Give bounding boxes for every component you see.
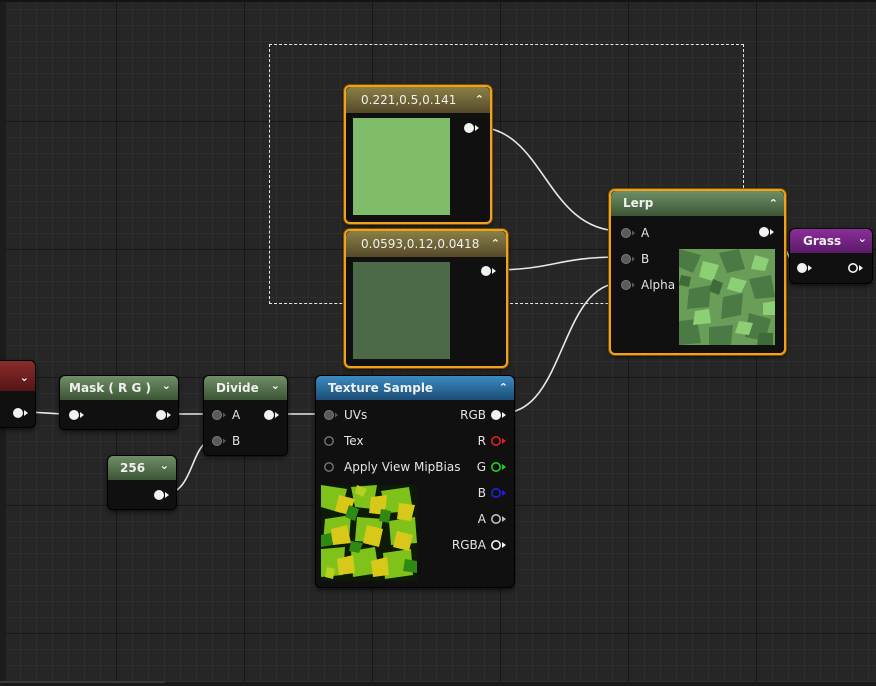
input-label-a: A <box>641 226 650 240</box>
constant-color-node-a[interactable]: 0.221,0.5,0.141 ⌃ <box>344 85 492 224</box>
input-label-apply-view-mipbias: Apply View MipBias <box>344 460 461 474</box>
wire-texture-rgb-to-lerp-alpha <box>502 282 622 414</box>
lerp-node-header: Lerp ⌃ <box>611 191 784 216</box>
output-label-r: R <box>477 434 486 448</box>
texture-sample-header: Texture Sample ⌃ <box>316 376 514 400</box>
horizontal-scrollbar[interactable] <box>0 681 165 683</box>
input-label-tex: Tex <box>344 434 364 448</box>
mask-rg-node[interactable]: Mask ( R G ) ⌄ <box>59 375 179 430</box>
mask-node-header: Mask ( R G ) ⌄ <box>60 376 178 400</box>
constant-color-node-b[interactable]: 0.0593,0.12,0.0418 ⌃ <box>344 229 508 368</box>
constant-color-node-a-header: 0.221,0.5,0.141 ⌃ <box>346 87 490 113</box>
input-label-a: A <box>232 408 241 422</box>
output-label-rgba: RGBA <box>451 538 486 552</box>
input-label-alpha: Alpha <box>641 278 676 292</box>
chevron-down-icon[interactable]: ⌄ <box>271 376 280 396</box>
input-pin-b[interactable] <box>620 253 638 265</box>
output-label-b: B <box>477 486 486 500</box>
grass-node-header: Grass ⌄ <box>790 229 872 253</box>
input-pin-tex[interactable] <box>323 435 341 447</box>
output-pin[interactable] <box>848 262 866 274</box>
wire-color-a-to-lerp-a <box>475 126 622 232</box>
color-swatch-preview <box>353 118 450 215</box>
output-pin-b[interactable] <box>491 487 509 499</box>
output-pin[interactable] <box>759 226 777 238</box>
chevron-up-icon[interactable]: ⌃ <box>491 231 500 257</box>
output-pin[interactable] <box>264 409 282 421</box>
output-pin-rgb[interactable] <box>491 409 509 421</box>
chevron-down-icon[interactable]: ⌄ <box>162 376 171 396</box>
input-pin-uvs[interactable] <box>323 409 341 421</box>
chevron-down-icon[interactable]: ⌄ <box>20 361 29 395</box>
input-label-b: B <box>641 252 650 266</box>
output-pin[interactable] <box>481 265 499 277</box>
output-pin[interactable] <box>154 489 172 501</box>
input-pin[interactable] <box>797 262 815 274</box>
texture-preview-thumbnail <box>321 485 417 581</box>
node-title: 256 <box>120 461 146 475</box>
node-title: 0.221,0.5,0.141 <box>361 93 457 107</box>
input-pin-apply-view-mipbias[interactable] <box>323 461 341 473</box>
constant-color-node-b-header: 0.0593,0.12,0.0418 ⌃ <box>346 231 506 257</box>
constant-256-header: 256 ⌄ <box>108 456 176 480</box>
chevron-down-icon[interactable]: ⌄ <box>858 229 867 249</box>
input-pin-a[interactable] <box>620 227 638 239</box>
input-pin-a[interactable] <box>211 409 229 421</box>
wire-color-b-to-lerp-b <box>491 256 622 271</box>
node-title: Mask ( R G ) <box>69 381 151 395</box>
output-label-a: A <box>477 512 486 526</box>
grass-result-node[interactable]: Grass ⌄ <box>789 228 873 284</box>
partial-node-header: ⌄ <box>0 361 35 391</box>
partial-node[interactable]: ⌄ <box>0 360 36 428</box>
chevron-up-icon[interactable]: ⌃ <box>769 191 778 216</box>
color-swatch-preview <box>353 262 450 359</box>
node-title: Texture Sample <box>328 381 434 395</box>
input-pin-b[interactable] <box>211 435 229 447</box>
node-title: Grass <box>803 234 842 248</box>
output-pin[interactable] <box>464 122 482 134</box>
constant-256-node[interactable]: 256 ⌄ <box>107 455 177 510</box>
chevron-up-icon[interactable]: ⌃ <box>499 376 508 400</box>
output-label-g: G <box>476 460 486 474</box>
lerp-node[interactable]: Lerp ⌃ A B Alpha <box>609 189 786 355</box>
output-pin[interactable] <box>156 409 174 421</box>
output-pin-a[interactable] <box>491 513 509 525</box>
divide-node[interactable]: Divide ⌄ A B <box>203 375 288 456</box>
input-label-uvs: UVs <box>344 408 368 422</box>
texture-sample-node[interactable]: Texture Sample ⌃ UVs Tex Apply View MipB… <box>315 375 515 588</box>
node-title: 0.0593,0.12,0.0418 <box>361 237 480 251</box>
input-pin-alpha[interactable] <box>620 279 638 291</box>
output-pin-rgba[interactable] <box>491 539 509 551</box>
divide-node-header: Divide ⌄ <box>204 376 287 400</box>
chevron-up-icon[interactable]: ⌃ <box>475 87 484 113</box>
output-pin-g[interactable] <box>491 461 509 473</box>
output-pin-r[interactable] <box>491 435 509 447</box>
lerp-preview-thumbnail <box>679 249 775 345</box>
input-label-b: B <box>232 434 241 448</box>
node-title: Lerp <box>623 196 654 210</box>
node-title: Divide <box>216 381 259 395</box>
material-graph-canvas[interactable]: ⌄ 0.221,0.5,0.141 ⌃ 0.0593,0.12,0.0418 ⌃… <box>0 0 876 686</box>
output-label-rgb: RGB <box>460 408 486 422</box>
input-pin[interactable] <box>69 409 87 421</box>
chevron-down-icon[interactable]: ⌄ <box>160 456 169 476</box>
partial-node-output-pin[interactable] <box>13 407 31 419</box>
